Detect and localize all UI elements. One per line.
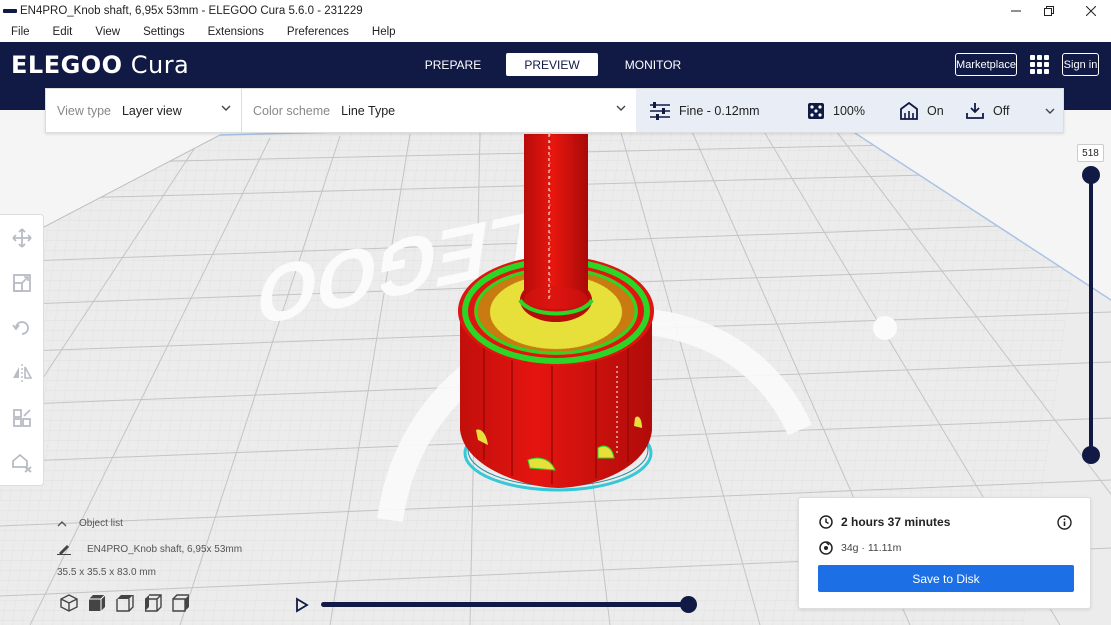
info-icon bbox=[1057, 515, 1072, 530]
filament-spool-icon bbox=[819, 541, 833, 555]
view-right-button[interactable] bbox=[170, 593, 191, 613]
elegoo-cura-logo: ELEGOO Cura bbox=[11, 51, 190, 79]
print-settings-panel[interactable]: Fine - 0.12mm 100% On Off bbox=[636, 89, 1063, 132]
model-toolbar bbox=[0, 214, 44, 486]
print-time-row: 2 hours 37 minutes bbox=[819, 515, 950, 529]
layer-slider-lower-handle[interactable] bbox=[1082, 446, 1100, 464]
support-blocker-icon bbox=[12, 453, 32, 473]
print-info-panel: 2 hours 37 minutes 34g · 11.11m Save to … bbox=[798, 497, 1091, 609]
color-scheme-dropdown[interactable]: Color scheme Line Type bbox=[242, 89, 636, 132]
print-details-button[interactable] bbox=[1057, 515, 1072, 533]
play-icon bbox=[296, 597, 309, 613]
save-to-disk-button[interactable]: Save to Disk bbox=[818, 565, 1074, 592]
chevron-up-icon bbox=[57, 520, 67, 526]
menu-bar: File Edit View Settings Extensions Prefe… bbox=[0, 22, 1111, 42]
sliders-icon bbox=[650, 101, 670, 120]
support-setting[interactable]: On bbox=[899, 101, 965, 120]
layer-number-input[interactable]: 518 bbox=[1077, 144, 1104, 162]
object-list-toggle[interactable]: Object list bbox=[57, 518, 123, 529]
per-model-settings-button[interactable] bbox=[10, 406, 34, 430]
adhesion-setting[interactable]: Off bbox=[965, 102, 1039, 120]
mirror-tool-button[interactable] bbox=[10, 361, 34, 385]
menu-edit[interactable]: Edit bbox=[53, 26, 73, 38]
material-usage: 34g · 11.11m bbox=[841, 542, 902, 554]
layer-slider-track[interactable] bbox=[1089, 175, 1093, 455]
restore-button[interactable] bbox=[1029, 0, 1069, 22]
marketplace-button[interactable]: Marketplace bbox=[955, 53, 1017, 76]
infill-setting[interactable]: 100% bbox=[807, 102, 899, 120]
cube-left-icon bbox=[144, 594, 162, 612]
cube-top-icon bbox=[115, 595, 134, 612]
material-usage-row: 34g · 11.11m bbox=[819, 541, 901, 555]
view-front-button[interactable] bbox=[86, 593, 107, 613]
clock-icon bbox=[819, 515, 833, 529]
apps-grid-icon[interactable] bbox=[1030, 55, 1049, 74]
infill-icon bbox=[808, 102, 824, 119]
support-icon bbox=[900, 101, 918, 120]
camera-view-buttons bbox=[58, 593, 198, 613]
chevron-down-icon bbox=[221, 105, 231, 111]
window-title: EN4PRO_Knob shaft, 6,95x 53mm - ELEGOO C… bbox=[20, 5, 363, 17]
scale-tool-button[interactable] bbox=[10, 271, 34, 295]
close-icon bbox=[1086, 6, 1096, 16]
adhesion-icon bbox=[966, 102, 984, 119]
view-settings-bar: View type Layer view Color scheme Line T… bbox=[45, 88, 1064, 133]
title-bar: EN4PRO_Knob shaft, 6,95x 53mm - ELEGOO C… bbox=[0, 0, 1111, 22]
print-time: 2 hours 37 minutes bbox=[841, 515, 951, 529]
restore-icon bbox=[1044, 6, 1054, 16]
chevron-down-icon[interactable] bbox=[1045, 107, 1055, 115]
support-blocker-button[interactable] bbox=[10, 451, 34, 475]
per-model-settings-icon bbox=[13, 409, 31, 427]
menu-file[interactable]: File bbox=[11, 26, 30, 38]
mirror-icon bbox=[13, 364, 33, 382]
profile-value: Fine - 0.12mm bbox=[679, 103, 760, 118]
object-name: EN4PRO_Knob shaft, 6,95x 53mm bbox=[87, 543, 243, 555]
move-icon bbox=[12, 228, 32, 248]
menu-view[interactable]: View bbox=[95, 26, 120, 38]
layer-slider-upper-handle[interactable] bbox=[1082, 166, 1100, 184]
tab-prepare[interactable]: PREPARE bbox=[418, 53, 488, 76]
menu-preferences[interactable]: Preferences bbox=[287, 26, 349, 38]
tab-preview[interactable]: PREVIEW bbox=[506, 53, 598, 76]
simulation-slider-handle[interactable] bbox=[680, 596, 697, 613]
object-list-panel: Object list EN4PRO_Knob shaft, 6,95x 53m… bbox=[55, 514, 315, 614]
object-dimensions: 35.5 x 35.5 x 83.0 mm bbox=[57, 567, 156, 578]
profile-setting[interactable]: Fine - 0.12mm bbox=[649, 101, 807, 120]
rotate-tool-button[interactable] bbox=[10, 316, 34, 340]
view-left-button[interactable] bbox=[142, 593, 163, 613]
scale-icon bbox=[13, 274, 31, 292]
cube-3d-icon bbox=[59, 594, 78, 612]
view-type-value: Layer view bbox=[121, 103, 182, 118]
minimize-icon bbox=[1011, 10, 1021, 12]
view-type-label: View type bbox=[57, 103, 111, 118]
object-list-header: Object list bbox=[79, 518, 123, 529]
close-button[interactable] bbox=[1071, 0, 1111, 22]
tab-monitor[interactable]: MONITOR bbox=[617, 53, 689, 76]
support-value: On bbox=[927, 103, 944, 118]
view-3d-button[interactable] bbox=[58, 593, 79, 613]
cura-app-icon bbox=[3, 9, 17, 13]
play-simulation-button[interactable] bbox=[295, 597, 309, 616]
adhesion-value: Off bbox=[993, 103, 1010, 118]
rotate-icon bbox=[12, 321, 29, 335]
menu-settings[interactable]: Settings bbox=[143, 26, 185, 38]
menu-help[interactable]: Help bbox=[372, 26, 396, 38]
sign-in-button[interactable]: Sign in bbox=[1062, 53, 1099, 76]
cube-front-icon bbox=[88, 594, 105, 611]
simulation-slider-track[interactable] bbox=[321, 602, 689, 607]
view-top-button[interactable] bbox=[114, 593, 135, 613]
object-list-item[interactable]: EN4PRO_Knob shaft, 6,95x 53mm bbox=[57, 543, 242, 555]
chevron-down-icon bbox=[616, 105, 626, 111]
cube-right-icon bbox=[171, 594, 189, 612]
color-scheme-label: Color scheme bbox=[253, 103, 331, 118]
infill-value: 100% bbox=[833, 103, 865, 118]
color-scheme-value: Line Type bbox=[341, 103, 396, 118]
move-tool-button[interactable] bbox=[10, 226, 34, 250]
menu-extensions[interactable]: Extensions bbox=[208, 26, 264, 38]
view-type-dropdown[interactable]: View type Layer view bbox=[46, 89, 242, 132]
pencil-icon bbox=[57, 545, 71, 555]
